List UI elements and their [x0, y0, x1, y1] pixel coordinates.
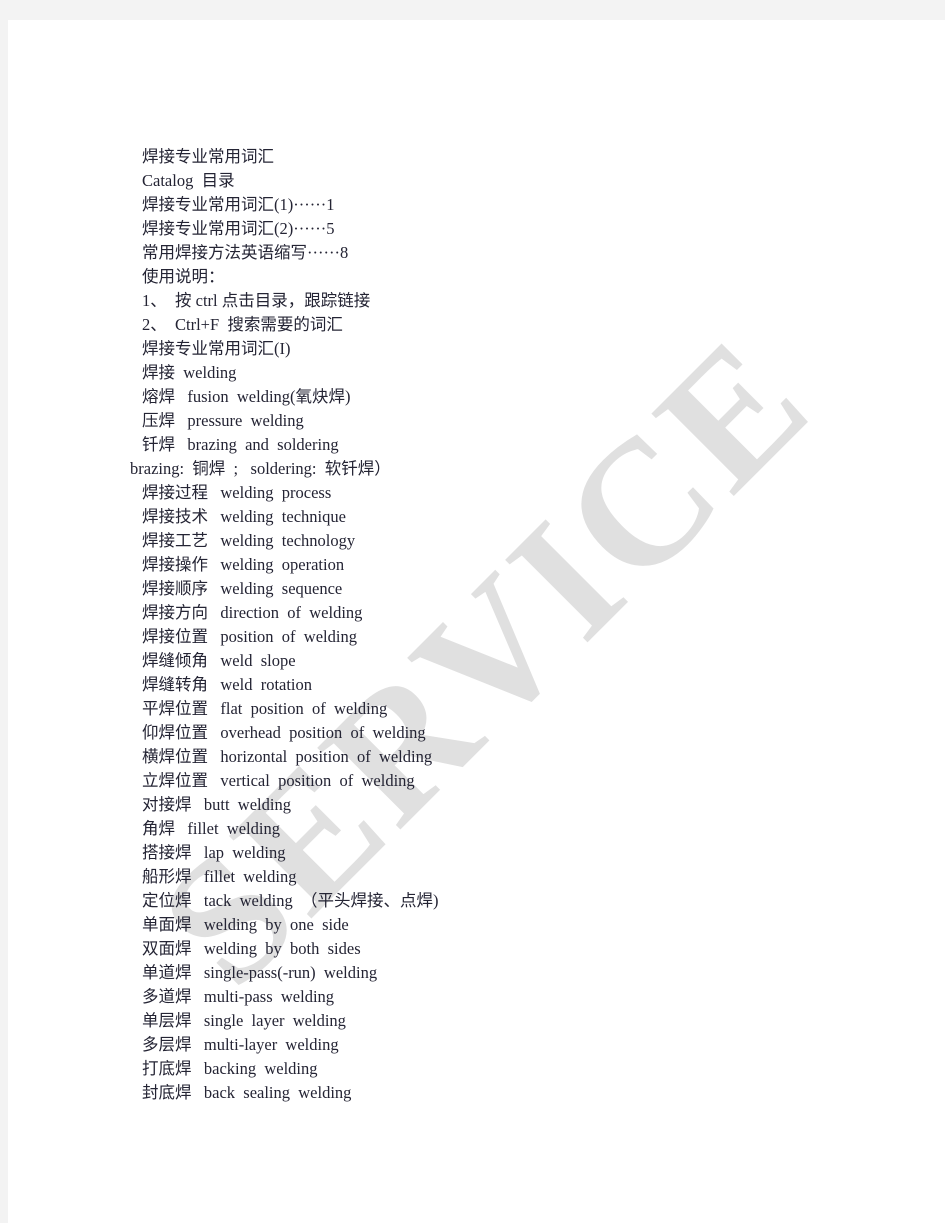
glossary-entry-22: 船形焊 fillet welding	[142, 867, 297, 886]
glossary-entry-31: 封底焊 back sealing welding	[142, 1083, 352, 1102]
glossary-entry-20: 角焊 fillet welding	[142, 819, 280, 838]
glossary-entry-29: 多层焊 multi-layer welding	[142, 1035, 339, 1054]
usage-item-1: 1、 按 ctrl 点击目录，跟踪链接	[142, 291, 371, 310]
glossary-entry-13: 焊缝倾角 weld slope	[142, 651, 296, 670]
glossary-entry-23: 定位焊 tack welding （平头焊接、点焊)	[142, 891, 439, 910]
toc-entry-2: 焊接专业常用词汇(2)······5	[142, 219, 335, 238]
glossary-entry-26: 单道焊 single-pass(-run) welding	[142, 963, 378, 982]
glossary-entry-7: 焊接技术 welding technique	[142, 507, 346, 526]
glossary-entry-24: 单面焊 welding by one side	[142, 915, 349, 934]
glossary-entry-5: brazing: 铜焊 ; soldering: 软钎焊）	[130, 459, 391, 478]
glossary-entry-28: 单层焊 single layer welding	[142, 1011, 346, 1030]
glossary-entry-21: 搭接焊 lap welding	[142, 843, 286, 862]
toc-entry-3: 常用焊接方法英语缩写······8	[142, 243, 349, 262]
glossary-entry-16: 仰焊位置 overhead position of welding	[142, 723, 426, 742]
catalog-heading: Catalog 目录	[142, 171, 235, 190]
glossary-entry-27: 多道焊 multi-pass welding	[142, 987, 335, 1006]
usage-heading: 使用说明：	[142, 267, 225, 286]
toc-entry-1: 焊接专业常用词汇(1)······1	[142, 195, 335, 214]
glossary-entry-25: 双面焊 welding by both sides	[142, 939, 361, 958]
document-text-body: 焊接专业常用词汇 Catalog 目录焊接专业常用词汇(1)······1 焊接专业…	[0, 0, 945, 1105]
usage-item-2: 2、 Ctrl+F 搜索需要的词汇	[142, 315, 343, 334]
glossary-entry-19: 对接焊 butt welding	[142, 795, 291, 814]
glossary-entry-30: 打底焊 backing welding	[142, 1059, 318, 1078]
glossary-entry-1: 焊接 welding	[142, 363, 237, 382]
glossary-entry-8: 焊接工艺 welding technology	[142, 531, 356, 550]
glossary-entry-14: 焊缝转角 weld rotation	[142, 675, 313, 694]
glossary-entry-9: 焊接操作 welding operation	[142, 555, 345, 574]
glossary-entry-15: 平焊位置 flat position of welding	[142, 699, 388, 718]
glossary-entry-18: 立焊位置 vertical position of welding	[142, 771, 415, 790]
section-heading: 焊接专业常用词汇(I)	[142, 339, 291, 358]
glossary-entry-2: 熔焊 fusion welding(氧炔焊)	[142, 387, 351, 406]
glossary-entry-4: 钎焊 brazing and soldering	[142, 435, 339, 454]
glossary-entry-17: 横焊位置 horizontal position of welding	[142, 747, 433, 766]
glossary-entry-3: 压焊 pressure welding	[142, 411, 304, 430]
document-page: SERVICE 焊接专业常用词汇 Catalog 目录 焊接专业常用词汇(1)···…	[0, 0, 945, 1223]
document-title: 焊接专业常用词汇	[142, 147, 274, 166]
glossary-entry-11: 焊接方向 direction of welding	[142, 603, 363, 622]
glossary-entry-6: 焊接过程 welding process	[142, 483, 332, 502]
glossary-entry-12: 焊接位置 position of welding	[142, 627, 357, 646]
glossary-entry-10: 焊接顺序 welding sequence	[142, 579, 343, 598]
